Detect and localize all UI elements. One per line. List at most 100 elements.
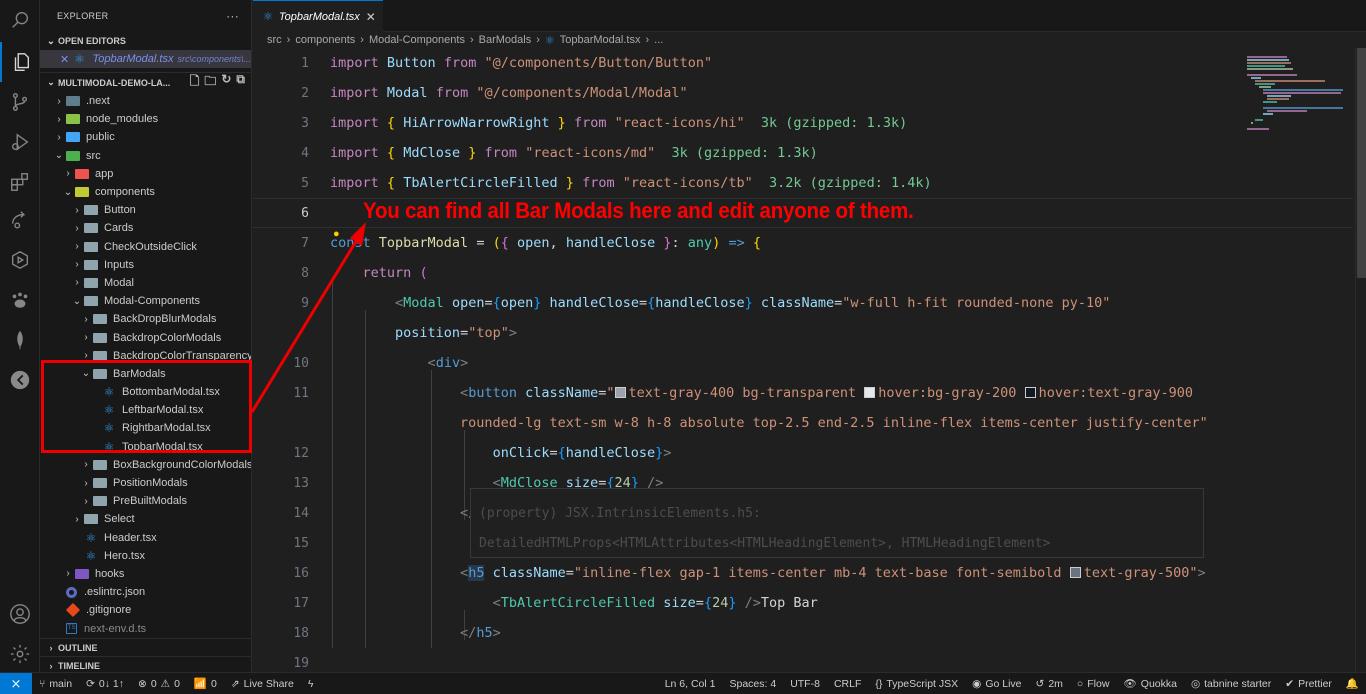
more-actions-icon[interactable]: ··· xyxy=(226,9,239,23)
tree-item[interactable]: › public xyxy=(40,128,251,146)
remote-indicator[interactable]: ⨯ xyxy=(0,672,32,694)
line-number: 9 xyxy=(301,295,309,311)
tree-item-label: src xyxy=(86,149,101,162)
encoding[interactable]: UTF-8 xyxy=(783,678,827,690)
tree-item[interactable]: › node_modules xyxy=(40,110,251,128)
new-folder-icon[interactable]: 🗀 xyxy=(204,72,216,93)
tree-item[interactable]: ⚛ Header.tsx xyxy=(40,529,251,547)
tree-item[interactable]: ⚛ TopbarModal.tsx xyxy=(40,438,251,456)
lightning-item[interactable]: ϟ xyxy=(301,678,321,690)
tree-item[interactable]: › PositionModals xyxy=(40,474,251,492)
vertical-scrollbar[interactable] xyxy=(1355,48,1366,672)
indentation[interactable]: Spaces: 4 xyxy=(722,678,783,690)
settings-gear-icon[interactable] xyxy=(0,634,40,674)
breadcrumb-item[interactable]: src xyxy=(267,34,282,46)
breadcrumb-item[interactable]: components xyxy=(295,34,355,46)
open-editor-item[interactable]: ✕ ⚛ TopbarModal.tsx src\components\... xyxy=(40,50,251,68)
explorer-header: EXPLORER ··· xyxy=(40,0,251,32)
language-mode[interactable]: {} TypeScript JSX xyxy=(868,678,965,690)
code-editor[interactable]: 1 import Button from "@/components/Button… xyxy=(253,48,1366,672)
tree-item[interactable]: › CheckOutsideClick xyxy=(40,238,251,256)
liveshare-icon: ⇗ xyxy=(230,677,240,690)
tree-item[interactable]: › Inputs xyxy=(40,256,251,274)
flow-item[interactable]: ○ Flow xyxy=(1070,678,1117,690)
tree-item[interactable]: ⌄ components xyxy=(40,183,251,201)
tree-item[interactable]: › hooks xyxy=(40,565,251,583)
tree-item[interactable]: › BoxBackgroundColorModals xyxy=(40,456,251,474)
line-ending[interactable]: CRLF xyxy=(827,678,868,690)
collapse-all-icon[interactable]: ⧉ xyxy=(236,72,245,93)
sync-item[interactable]: ⟳ 0↓ 1↑ xyxy=(79,678,131,690)
tree-item[interactable]: › BackdropColorTransparency... xyxy=(40,347,251,365)
breadcrumb-item[interactable]: Modal-Components xyxy=(369,34,465,46)
editor-tabs: ⚛ TopbarModal.tsx ✕ xyxy=(253,0,1366,32)
liveshare-item[interactable]: ⇗ Live Share xyxy=(224,678,301,690)
tree-item[interactable]: › BackDropBlurModals xyxy=(40,310,251,328)
tree-item[interactable]: › app xyxy=(40,165,251,183)
timer-item[interactable]: ↺ 2m xyxy=(1029,678,1070,690)
cursor-position[interactable]: Ln 6, Col 1 xyxy=(658,678,723,690)
go-live-item[interactable]: ◉ Go Live xyxy=(965,678,1028,690)
breadcrumb-item[interactable]: TopbarModal.tsx xyxy=(560,34,641,46)
remote-explorer-icon[interactable] xyxy=(0,240,40,280)
tree-item[interactable]: › PreBuiltModals xyxy=(40,492,251,510)
ports-item[interactable]: 📶 0 xyxy=(187,677,224,691)
breadcrumb-item[interactable]: BarModals xyxy=(479,34,532,46)
branch-item[interactable]: ⑂ main xyxy=(32,678,79,690)
react-file-icon: ⚛ xyxy=(103,385,115,400)
project-section[interactable]: ⌄ MULTIMODAL-DEMO-LA... 🗋 🗀 ↻ ⧉ xyxy=(40,72,251,92)
gitlens-icon[interactable] xyxy=(0,360,40,400)
timeline-section[interactable]: › TIMELINE xyxy=(40,656,251,672)
explorer-icon[interactable] xyxy=(0,42,40,82)
minimap[interactable] xyxy=(1243,48,1353,672)
tree-item[interactable]: .eslintrc.json xyxy=(40,583,251,601)
tree-item[interactable]: › BackdropColorModals xyxy=(40,328,251,346)
tree-item[interactable]: ⚛ Hero.tsx xyxy=(40,547,251,565)
tree-item[interactable]: ⌄ BarModals xyxy=(40,365,251,383)
tree-item[interactable]: ⚛ BottombarModal.tsx xyxy=(40,383,251,401)
code-line: 10 <div> xyxy=(253,348,1353,378)
tree-item[interactable]: ⌄ Modal-Components xyxy=(40,292,251,310)
open-editors-section[interactable]: ⌄ OPEN EDITORS xyxy=(40,32,251,50)
mongodb-leaf-icon[interactable] xyxy=(0,320,40,360)
tree-item[interactable]: ⚛ LeftbarModal.tsx xyxy=(40,401,251,419)
problems-item[interactable]: ⊗ 0 ⚠ 0 xyxy=(131,678,187,690)
quokka-item[interactable]: 👁 Quokka xyxy=(1116,677,1184,691)
tree-item[interactable]: › .next xyxy=(40,92,251,110)
tabnine-item[interactable]: ◎ tabnine starter xyxy=(1184,678,1278,690)
folder-icon xyxy=(84,241,98,252)
folder-icon xyxy=(84,296,98,307)
prettier-item[interactable]: ✔ Prettier xyxy=(1278,678,1339,690)
tree-item[interactable]: › Modal xyxy=(40,274,251,292)
paw-icon[interactable] xyxy=(0,280,40,320)
lightbulb-icon[interactable]: ● xyxy=(333,228,340,240)
scrollbar-thumb[interactable] xyxy=(1357,48,1366,278)
close-icon[interactable]: ✕ xyxy=(366,10,376,24)
live-share-icon[interactable] xyxy=(0,200,40,240)
extensions-icon[interactable] xyxy=(0,162,40,202)
tree-item[interactable]: .gitignore xyxy=(40,601,251,619)
tree-item[interactable]: › Button xyxy=(40,201,251,219)
tree-item[interactable]: ⚛ RightbarModal.tsx xyxy=(40,419,251,437)
run-debug-icon[interactable] xyxy=(0,122,40,162)
refresh-icon[interactable]: ↻ xyxy=(221,72,231,93)
tree-item-label: BoxBackgroundColorModals xyxy=(113,458,252,471)
close-icon[interactable]: ✕ xyxy=(60,53,73,66)
tree-item[interactable]: › Cards xyxy=(40,219,251,237)
tab-topbarmodal[interactable]: ⚛ TopbarModal.tsx ✕ xyxy=(253,0,383,32)
tree-item[interactable]: TS next-env.d.ts xyxy=(40,619,251,637)
tree-item[interactable]: › Select xyxy=(40,510,251,528)
hover-line: (property) JSX.IntrinsicElements.h5: xyxy=(479,506,761,521)
ports-count: 0 xyxy=(211,677,217,690)
notifications-item[interactable]: 🔔 xyxy=(1339,677,1366,690)
outline-section[interactable]: › OUTLINE xyxy=(40,638,251,656)
breadcrumb: src › components › Modal-Components › BarMo… xyxy=(253,32,1253,48)
new-file-icon[interactable]: 🗋 xyxy=(190,72,200,93)
breadcrumb-item[interactable]: ... xyxy=(654,34,663,46)
tree-item-label: BackDropBlurModals xyxy=(113,313,217,326)
account-icon[interactable] xyxy=(0,594,40,634)
source-control-icon[interactable] xyxy=(0,82,40,122)
chevron-right-icon: › xyxy=(57,113,61,125)
tree-item[interactable]: ⌄ src xyxy=(40,147,251,165)
search-icon[interactable] xyxy=(0,0,40,40)
